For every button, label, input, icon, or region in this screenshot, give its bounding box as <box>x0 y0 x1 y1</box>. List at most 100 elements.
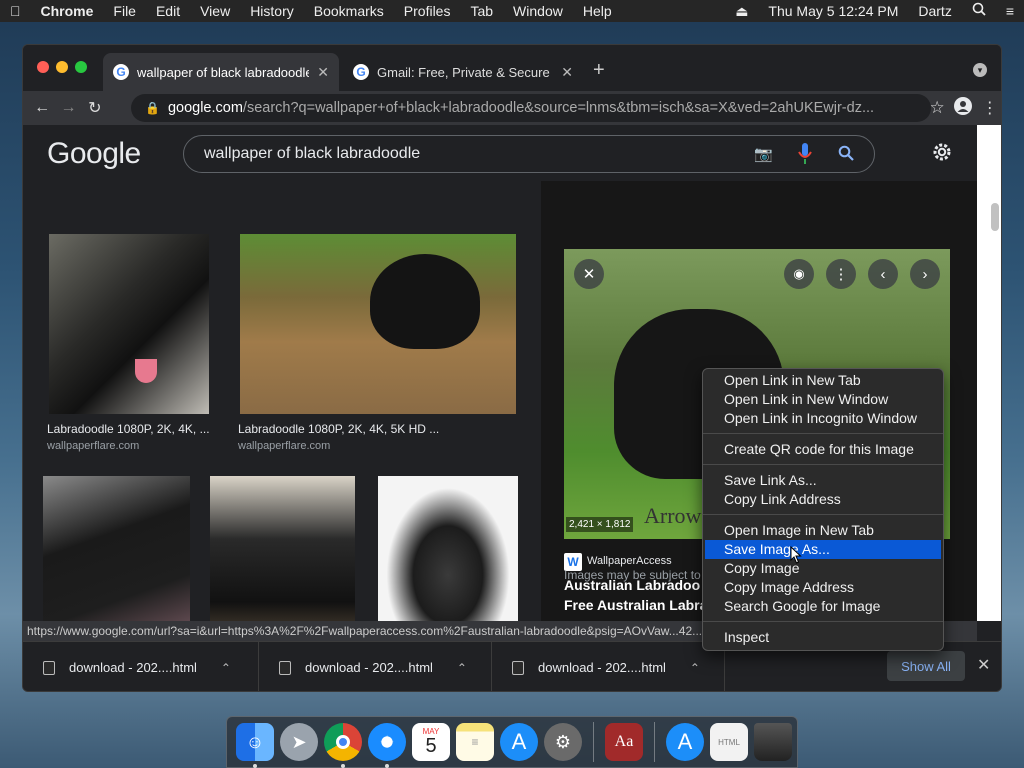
lock-icon[interactable]: 🔒 <box>145 101 160 115</box>
preview-title[interactable]: Free Australian Labra <box>564 597 707 613</box>
menu-help[interactable]: Help <box>573 0 622 22</box>
menu-profiles[interactable]: Profiles <box>394 0 461 22</box>
menu-tab[interactable]: Tab <box>460 0 503 22</box>
menu-file[interactable]: File <box>103 0 146 22</box>
menu-search-google-for-image[interactable]: Search Google for Image <box>703 597 943 616</box>
lens-icon[interactable]: ◉ <box>784 259 814 289</box>
app-store-icon[interactable]: A <box>500 723 538 761</box>
source-name[interactable]: WallpaperAccess <box>587 555 672 567</box>
spotlight-search-icon[interactable] <box>962 0 996 22</box>
menu-copy-link-address[interactable]: Copy Link Address <box>703 490 943 509</box>
result-caption[interactable]: Labradoodle 1080P, 2K, 4K, 5K HD ... <box>238 422 439 436</box>
chevron-up-icon[interactable]: ⌃ <box>457 661 467 675</box>
result-caption[interactable]: Labradoodle 1080P, 2K, 4K, ... <box>47 422 210 436</box>
menu-open-link-new-tab[interactable]: Open Link in New Tab <box>703 371 943 390</box>
menu-open-link-new-window[interactable]: Open Link in New Window <box>703 390 943 409</box>
previous-icon[interactable]: ‹ <box>868 259 898 289</box>
result-image-1[interactable] <box>49 234 209 414</box>
show-all-button[interactable]: Show All <box>887 651 965 681</box>
trash-icon[interactable] <box>754 723 792 761</box>
search-box[interactable]: wallpaper of black labradoodle 📷 <box>183 135 875 173</box>
close-preview-icon[interactable]: ✕ <box>574 259 604 289</box>
close-window-button[interactable] <box>37 61 49 73</box>
context-menu: Open Link in New Tab Open Link in New Wi… <box>702 368 944 651</box>
chrome-icon[interactable] <box>324 723 362 768</box>
calendar-icon[interactable]: MAY 5 <box>412 723 450 761</box>
control-center-icon[interactable]: ≡ <box>996 0 1024 22</box>
safari-compass-icon[interactable]: ✦ <box>368 723 406 768</box>
menu-separator <box>703 433 943 434</box>
download-item[interactable]: download - 202....html ⌃ <box>492 641 725 691</box>
menu-history[interactable]: History <box>240 0 304 22</box>
minimize-window-button[interactable] <box>56 61 68 73</box>
app-store-download-icon[interactable]: A <box>666 723 704 761</box>
chevron-up-icon[interactable]: ⌃ <box>221 661 231 675</box>
profile-icon[interactable] <box>950 96 976 120</box>
dock-separator <box>593 722 594 762</box>
settings-gear-icon[interactable] <box>931 141 953 168</box>
result-source[interactable]: wallpaperflare.com <box>238 440 330 452</box>
tab-gmail[interactable]: G Gmail: Free, Private & Secure E ✕ <box>343 53 583 91</box>
tab-strip: G wallpaper of black labradoodle ✕ G Gma… <box>23 45 1001 91</box>
google-logo[interactable]: Google <box>47 137 141 171</box>
close-tab-icon[interactable]: ✕ <box>561 64 573 81</box>
menu-open-image-new-tab[interactable]: Open Image in New Tab <box>703 521 943 540</box>
result-source[interactable]: wallpaperflare.com <box>47 440 139 452</box>
launchpad-rocket-icon[interactable]: ➤ <box>280 723 318 761</box>
scrollbar-thumb[interactable] <box>991 203 999 231</box>
google-favicon-icon: G <box>353 64 369 80</box>
menu-window[interactable]: Window <box>503 0 573 22</box>
dock-separator <box>654 722 655 762</box>
menu-bookmarks[interactable]: Bookmarks <box>304 0 394 22</box>
more-options-icon[interactable]: ⋮ <box>826 259 856 289</box>
tab-search-icon[interactable]: ▾ <box>973 63 987 77</box>
dictionary-icon[interactable]: Aa <box>605 723 643 761</box>
search-icon[interactable] <box>838 145 854 166</box>
menu-copy-image[interactable]: Copy Image <box>703 559 943 578</box>
download-item[interactable]: download - 202....html ⌃ <box>259 641 492 691</box>
download-name: download - 202....html <box>69 660 197 675</box>
chevron-up-icon[interactable]: ⌃ <box>690 661 700 675</box>
result-image-3[interactable] <box>43 476 190 621</box>
html-document-icon[interactable]: HTML <box>710 723 748 761</box>
menu-separator <box>703 464 943 465</box>
result-image-2[interactable] <box>240 234 516 414</box>
chrome-menu-icon[interactable]: ⋮ <box>977 98 1001 118</box>
search-query[interactable]: wallpaper of black labradoodle <box>204 145 420 163</box>
menu-edit[interactable]: Edit <box>146 0 190 22</box>
download-item[interactable]: download - 202....html ⌃ <box>23 641 259 691</box>
system-preferences-gear-icon[interactable]: ⚙ <box>544 723 582 761</box>
scrollbar-track[interactable] <box>977 125 1001 621</box>
close-tab-icon[interactable]: ✕ <box>317 64 329 81</box>
back-icon[interactable]: ← <box>29 99 55 117</box>
next-icon[interactable]: › <box>910 259 940 289</box>
user-name[interactable]: Dartz <box>908 0 961 22</box>
notes-icon[interactable]: ≡ <box>456 723 494 761</box>
eject-icon[interactable]: ⏏ <box>725 0 758 22</box>
microphone-icon[interactable] <box>798 142 812 171</box>
menu-copy-image-address[interactable]: Copy Image Address <box>703 578 943 597</box>
menu-open-link-incognito[interactable]: Open Link in Incognito Window <box>703 409 943 428</box>
close-downloads-icon[interactable]: ✕ <box>977 655 990 675</box>
menu-save-image-as[interactable]: Save Image As... <box>705 540 941 559</box>
zoom-window-button[interactable] <box>75 61 87 73</box>
file-icon <box>43 660 55 675</box>
forward-icon[interactable]: → <box>55 99 81 117</box>
tab-google-images[interactable]: G wallpaper of black labradoodle ✕ <box>103 53 339 91</box>
menu-inspect[interactable]: Inspect <box>703 628 943 647</box>
menu-save-link-as[interactable]: Save Link As... <box>703 471 943 490</box>
copyright-notice: Images may be subject to <box>564 568 701 582</box>
address-bar[interactable]: 🔒 google.com/search?q=wallpaper+of+black… <box>131 94 931 122</box>
camera-icon[interactable]: 📷 <box>754 145 773 163</box>
reload-icon[interactable]: ↻ <box>82 98 108 118</box>
tab-title: wallpaper of black labradoodle <box>137 64 310 80</box>
menu-create-qr-code[interactable]: Create QR code for this Image <box>703 440 943 459</box>
menu-view[interactable]: View <box>190 0 240 22</box>
result-image-5[interactable]: ▣ <box>378 476 518 621</box>
result-image-4[interactable] <box>210 476 355 621</box>
apple-icon[interactable]:  <box>0 0 31 22</box>
clock[interactable]: Thu May 5 12:24 PM <box>758 0 908 22</box>
menu-chrome[interactable]: Chrome <box>31 0 104 22</box>
finder-icon[interactable]: ☺ <box>236 723 274 768</box>
new-tab-icon[interactable]: + <box>593 59 605 82</box>
